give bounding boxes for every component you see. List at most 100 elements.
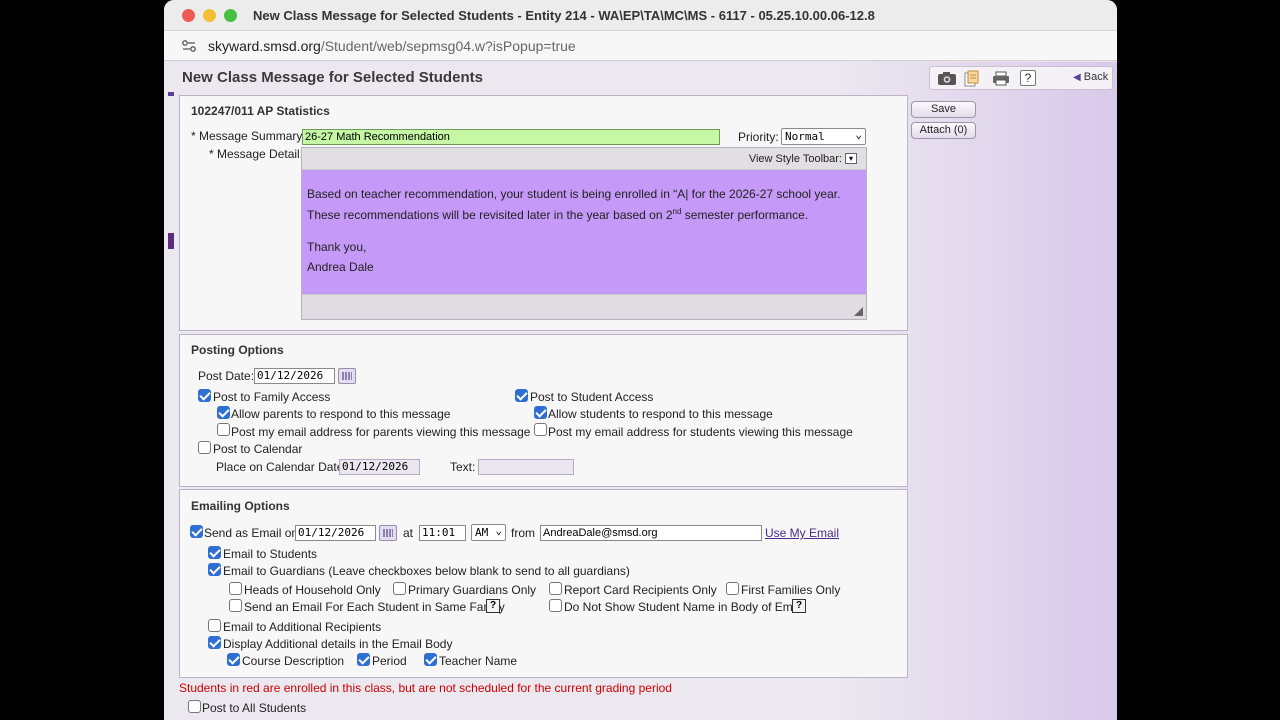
from-email-input[interactable]: AndreaDale@smsd.org <box>540 525 762 541</box>
post-email-students-label: Post my email address for students viewi… <box>548 425 853 439</box>
send-date-calendar-icon[interactable] <box>379 525 397 541</box>
post-student-access-label: Post to Student Access <box>530 390 654 404</box>
display-details-checkbox[interactable] <box>208 636 221 649</box>
calendar-text-label: Text: <box>450 460 476 474</box>
allow-parents-label: Allow parents to respond to this message <box>231 407 451 421</box>
url-host: skyward.smsd.org <box>208 38 321 54</box>
post-family-access-checkbox[interactable] <box>198 389 211 402</box>
send-time-input[interactable]: 11:01 <box>419 525 466 541</box>
first-families-label: First Families Only <box>741 583 841 597</box>
back-button[interactable]: ◀ Back <box>1073 71 1108 83</box>
summary-label: * Message Summary: <box>191 129 306 143</box>
primary-guardians-label: Primary Guardians Only <box>408 583 537 597</box>
first-families-checkbox[interactable] <box>726 582 739 595</box>
message-summary-input[interactable]: 26-27 Math Recommendation <box>302 129 720 145</box>
period-checkbox[interactable] <box>357 653 370 666</box>
priority-value: Normal <box>785 130 825 143</box>
send-email-label: Send as Email on <box>204 526 299 540</box>
background-window-edge-accent <box>168 233 174 249</box>
emailing-options-title: Emailing Options <box>191 499 290 513</box>
calendar-text-input[interactable] <box>478 459 574 475</box>
window-title: New Class Message for Selected Students … <box>253 8 875 23</box>
email-guardians-checkbox[interactable] <box>208 563 221 576</box>
report-card-checkbox[interactable] <box>549 582 562 595</box>
detail-label: * Message Detail: <box>209 147 304 161</box>
url-path: /Student/web/sepmsg04.w?isPopup=true <box>320 38 576 54</box>
no-student-name-checkbox[interactable] <box>549 599 562 612</box>
heads-household-label: Heads of Household Only <box>244 583 381 597</box>
no-student-name-help-icon[interactable]: ? <box>792 599 806 613</box>
additional-recipients-checkbox[interactable] <box>208 619 221 632</box>
calendar-date-label: Place on Calendar Date: <box>216 460 347 474</box>
send-date-input[interactable]: 01/12/2026 <box>295 525 376 541</box>
priority-label: Priority: <box>738 130 779 144</box>
post-email-parents-checkbox[interactable] <box>217 423 230 436</box>
allow-students-checkbox[interactable] <box>534 406 547 419</box>
allow-students-label: Allow students to respond to this messag… <box>548 407 773 421</box>
editor-footer <box>302 294 866 319</box>
course-description-checkbox[interactable] <box>227 653 240 666</box>
print-icon[interactable] <box>992 71 1010 86</box>
grading-period-notice: Students in red are enrolled in this cla… <box>179 681 672 695</box>
close-window-button[interactable] <box>182 9 195 22</box>
notes-icon[interactable] <box>964 70 980 87</box>
each-student-label: Send an Email For Each Student in Same F… <box>244 600 505 614</box>
back-arrow-icon: ◀ <box>1073 72 1081 83</box>
post-all-students-checkbox[interactable] <box>188 700 201 713</box>
page-title: New Class Message for Selected Students <box>182 69 483 86</box>
post-date-input[interactable]: 01/12/2026 <box>254 368 335 384</box>
attach-button[interactable]: Attach (0) <box>911 122 976 139</box>
post-date-calendar-icon[interactable] <box>338 368 356 384</box>
course-title: 102247/011 AP Statistics <box>191 104 330 118</box>
calendar-date-input[interactable]: 01/12/2026 <box>339 459 420 475</box>
email-students-checkbox[interactable] <box>208 546 221 559</box>
send-email-checkbox[interactable] <box>190 525 203 538</box>
message-panel: 102247/011 AP Statistics * Message Summa… <box>179 95 908 331</box>
from-label: from <box>511 526 535 540</box>
display-details-label: Display Additional details in the Email … <box>223 637 453 651</box>
minimize-window-button[interactable] <box>203 9 216 22</box>
each-student-help-icon[interactable]: ? <box>486 599 500 613</box>
url-text[interactable]: skyward.smsd.org/Student/web/sepmsg04.w?… <box>208 38 576 54</box>
allow-parents-checkbox[interactable] <box>217 406 230 419</box>
priority-select[interactable]: Normal <box>781 127 866 145</box>
no-student-name-label: Do Not Show Student Name in Body of Emai… <box>564 600 805 614</box>
maximize-window-button[interactable] <box>224 9 237 22</box>
view-style-toolbar-label: View Style Toolbar: <box>748 153 842 165</box>
post-email-parents-label: Post my email address for parents viewin… <box>231 425 531 439</box>
post-email-students-checkbox[interactable] <box>534 423 547 436</box>
resize-handle-icon[interactable] <box>854 307 863 316</box>
post-date-label: Post Date: <box>198 369 255 383</box>
use-my-email-link[interactable]: Use My Email <box>765 526 839 540</box>
toolbar-toggle-icon[interactable]: ▾ <box>845 153 857 164</box>
background-window-edge <box>168 92 174 96</box>
address-bar[interactable]: skyward.smsd.org/Student/web/sepmsg04.w?… <box>164 31 1117 61</box>
primary-guardians-checkbox[interactable] <box>393 582 406 595</box>
teacher-name-checkbox[interactable] <box>424 653 437 666</box>
save-button[interactable]: Save <box>911 101 976 118</box>
message-detail-editor[interactable]: View Style Toolbar: ▾ Based on teacher r… <box>301 147 867 320</box>
posting-options-panel: Posting Options Post Date: 01/12/2026 Po… <box>179 334 908 487</box>
camera-icon[interactable] <box>937 71 957 86</box>
browser-window: New Class Message for Selected Students … <box>164 0 1117 720</box>
message-signature: Andrea Dale <box>307 260 374 274</box>
post-calendar-checkbox[interactable] <box>198 441 211 454</box>
post-calendar-label: Post to Calendar <box>213 442 303 456</box>
window-titlebar: New Class Message for Selected Students … <box>164 0 1117 31</box>
post-student-access-checkbox[interactable] <box>515 389 528 402</box>
post-family-access-label: Post to Family Access <box>213 390 331 404</box>
email-guardians-label: Email to Guardians (Leave checkboxes bel… <box>223 564 630 578</box>
heads-household-checkbox[interactable] <box>229 582 242 595</box>
at-label: at <box>403 526 414 540</box>
help-icon[interactable]: ? <box>1020 70 1036 86</box>
message-closing: Thank you, <box>307 240 367 254</box>
email-students-label: Email to Students <box>223 547 318 561</box>
period-label: Period <box>372 654 407 668</box>
ampm-select[interactable]: AM <box>471 523 506 541</box>
each-student-checkbox[interactable] <box>229 599 242 612</box>
page-content: New Class Message for Selected Students … <box>164 62 1117 720</box>
posting-options-title: Posting Options <box>191 343 284 357</box>
emailing-options-panel: Emailing Options Send as Email on 01/12/… <box>179 489 908 678</box>
site-settings-icon[interactable] <box>181 39 197 53</box>
body-line-2-start: These recommendations will be revisited … <box>307 208 673 222</box>
